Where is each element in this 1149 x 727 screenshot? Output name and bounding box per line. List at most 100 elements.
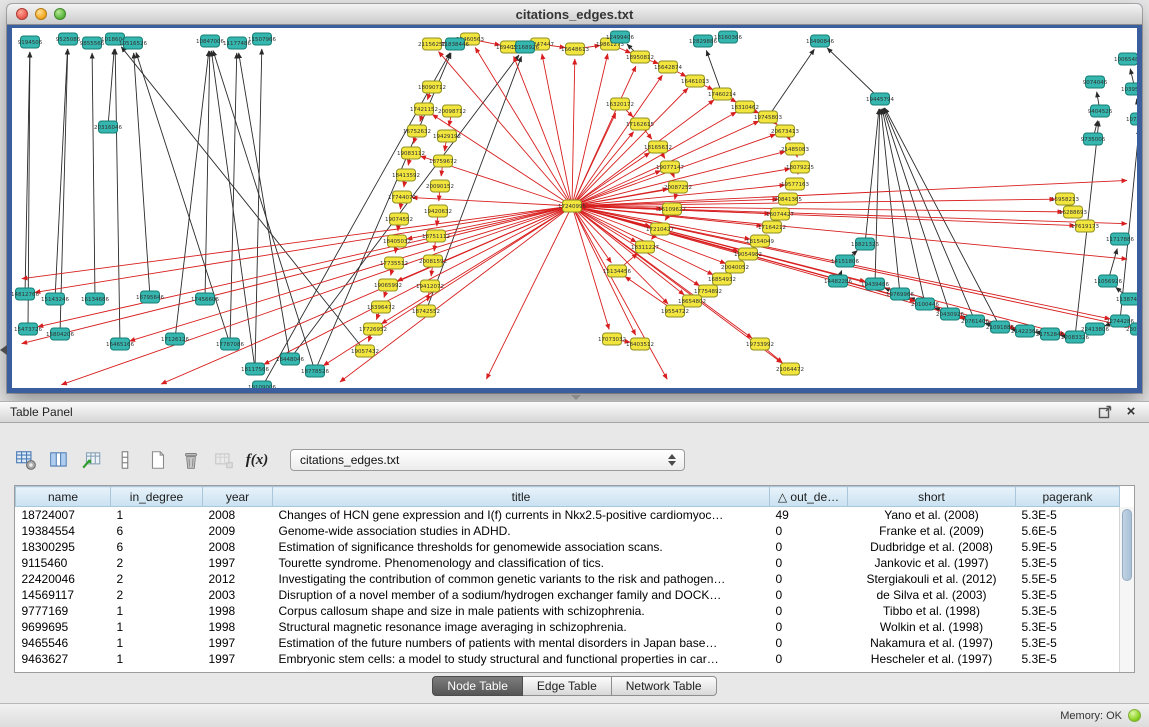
graph-node[interactable]: 19065992 xyxy=(374,279,402,291)
graph-node[interactable]: 19577163 xyxy=(781,178,809,190)
graph-node[interactable]: 13160366 xyxy=(714,31,742,43)
graph-node[interactable]: 18396472 xyxy=(367,301,395,313)
table-row[interactable]: 946554611997Estimation of the future num… xyxy=(16,635,1120,651)
graph-node[interactable]: 19074552 xyxy=(385,213,413,225)
table-scrollbar[interactable] xyxy=(1119,507,1134,672)
network-canvas[interactable]: 1724099521156256224605631894056321247447… xyxy=(12,28,1137,388)
graph-node[interactable]: 16134686 xyxy=(81,293,109,305)
show-columns-icon[interactable] xyxy=(47,448,71,472)
graph-node[interactable]: 11387406 xyxy=(1116,293,1137,305)
minimize-button[interactable] xyxy=(35,8,47,20)
table-row[interactable]: 1830029562008Estimation of significance … xyxy=(16,539,1120,555)
graph-node[interactable]: 16648613 xyxy=(561,43,589,55)
graph-node[interactable]: 20040052 xyxy=(721,261,749,273)
graph-node[interactable]: 18090712 xyxy=(418,81,446,93)
graph-node[interactable]: 12499406 xyxy=(606,31,634,43)
graph-node[interactable]: 19057432 xyxy=(351,345,379,357)
graph-node[interactable]: 16461013 xyxy=(681,75,709,87)
graph-node[interactable]: 17735512 xyxy=(380,257,408,269)
graph-node[interactable]: 20316046 xyxy=(94,121,122,133)
network-window-titlebar[interactable]: citations_edges.txt xyxy=(7,4,1142,25)
splitter-handle[interactable] xyxy=(571,395,581,400)
graph-node[interactable]: 9404526 xyxy=(1088,105,1113,117)
column-header-name[interactable]: name xyxy=(16,487,111,507)
zoom-button[interactable] xyxy=(54,8,66,20)
graph-node[interactable]: 18311227 xyxy=(631,241,659,253)
table-row[interactable]: 1872400712008Changes of HCN gene express… xyxy=(16,507,1120,524)
graph-node[interactable]: 17164212 xyxy=(758,221,786,233)
graph-node[interactable]: 16465166 xyxy=(106,338,134,350)
graph-node[interactable]: 18759672 xyxy=(429,155,457,167)
graph-node[interactable]: 19429192 xyxy=(433,130,461,142)
new-file-icon[interactable] xyxy=(146,448,170,472)
graph-node[interactable]: 19083112 xyxy=(397,147,425,159)
graph-node[interactable]: 9194506 xyxy=(18,36,43,48)
table-row[interactable]: 946362711997Embryonic stem cells: a mode… xyxy=(16,651,1120,667)
graph-node[interactable]: 15143246 xyxy=(41,293,69,305)
graph-node[interactable]: 18778526 xyxy=(301,365,329,377)
column-header-in_degree[interactable]: in_degree xyxy=(111,487,203,507)
graph-node[interactable]: 19054982 xyxy=(734,248,762,260)
row-mode-icon[interactable] xyxy=(113,448,137,472)
graph-node[interactable]: 11507966 xyxy=(248,33,276,45)
graph-node[interactable]: 9735006 xyxy=(1081,133,1106,145)
tab-edge-table[interactable]: Edge Table xyxy=(523,676,612,696)
graph-node[interactable]: 16074427 xyxy=(766,208,794,220)
graph-node[interactable]: 18405032 xyxy=(383,235,411,247)
graph-node[interactable]: 20673413 xyxy=(771,125,799,137)
graph-node[interactable]: 19412072 xyxy=(416,280,444,292)
graph-node[interactable]: 10516526 xyxy=(119,37,147,49)
tab-network-table[interactable]: Network Table xyxy=(612,676,717,696)
graph-node[interactable]: 19109006 xyxy=(248,381,276,388)
graph-node[interactable]: 18403512 xyxy=(626,338,654,350)
column-header-year[interactable]: year xyxy=(203,487,273,507)
graph-node[interactable]: 15134456 xyxy=(603,265,631,277)
graph-node[interactable]: 18413592 xyxy=(392,169,420,181)
collapse-arrow-icon[interactable] xyxy=(0,345,7,355)
graph-node[interactable]: 16320172 xyxy=(606,98,634,110)
graph-node[interactable]: 17162615 xyxy=(626,118,654,130)
graph-node[interactable]: 19554722 xyxy=(661,305,689,317)
table-row[interactable]: 2242004622012Investigating the contribut… xyxy=(16,571,1120,587)
table-settings-icon[interactable] xyxy=(14,448,38,472)
close-panel-icon[interactable]: × xyxy=(1123,404,1139,420)
column-header-short[interactable]: short xyxy=(848,487,1016,507)
graph-node[interactable]: 18165632 xyxy=(644,141,672,153)
graph-node[interactable]: 10065486 xyxy=(1114,53,1137,65)
graph-node[interactable]: 14812766 xyxy=(12,288,39,300)
graph-node[interactable]: 19077147 xyxy=(656,161,684,173)
graph-node[interactable]: 11717886 xyxy=(1106,233,1134,245)
float-panel-icon[interactable] xyxy=(1097,404,1113,420)
graph-node[interactable]: 18310462 xyxy=(731,101,759,113)
graph-node[interactable]: 17073032 xyxy=(598,333,626,345)
graph-node[interactable]: 10726446 xyxy=(1126,113,1137,125)
table-selector-dropdown[interactable]: citations_edges.txt xyxy=(290,449,685,471)
graph-node[interactable]: 10847006 xyxy=(196,35,224,47)
graph-node[interactable]: 20087252 xyxy=(664,181,692,193)
column-header-pagerank[interactable]: pagerank xyxy=(1016,487,1120,507)
graph-node[interactable]: 17787086 xyxy=(216,338,244,350)
table-row[interactable]: 977716911998Corpus callosum shape and si… xyxy=(16,603,1120,619)
graph-node[interactable]: 21064472 xyxy=(776,363,804,375)
graph-node[interactable]: 17619173 xyxy=(1071,220,1099,232)
graph-node[interactable]: 11056926 xyxy=(1094,275,1122,287)
table-row[interactable]: 1938455462009Genome-wide association stu… xyxy=(16,523,1120,539)
graph-node[interactable]: 16752632 xyxy=(403,125,431,137)
graph-node[interactable]: 15958213 xyxy=(1051,193,1079,205)
graph-node[interactable]: 18154049 xyxy=(746,235,774,247)
graph-node[interactable]: 18117566 xyxy=(241,363,269,375)
table-row[interactable]: 911546021997Tourette syndrome. Phenomeno… xyxy=(16,555,1120,571)
graph-node[interactable]: 15804206 xyxy=(46,328,74,340)
add-column-icon[interactable] xyxy=(80,448,104,472)
graph-node[interactable]: 10395966 xyxy=(1121,83,1137,95)
graph-node[interactable]: 19420632 xyxy=(424,205,452,217)
delete-icon[interactable] xyxy=(179,448,203,472)
tab-node-table[interactable]: Node Table xyxy=(432,676,523,696)
graph-node[interactable]: 17744072 xyxy=(388,191,416,203)
graph-node[interactable]: 18079225 xyxy=(786,161,814,173)
scrollbar-thumb[interactable] xyxy=(1122,509,1132,581)
graph-node[interactable]: 15473726 xyxy=(14,323,42,335)
graph-node[interactable]: 19733992 xyxy=(746,338,774,350)
table-row[interactable]: 969969511998Structural magnetic resonanc… xyxy=(16,619,1120,635)
graph-node[interactable]: 18950812 xyxy=(626,51,654,63)
